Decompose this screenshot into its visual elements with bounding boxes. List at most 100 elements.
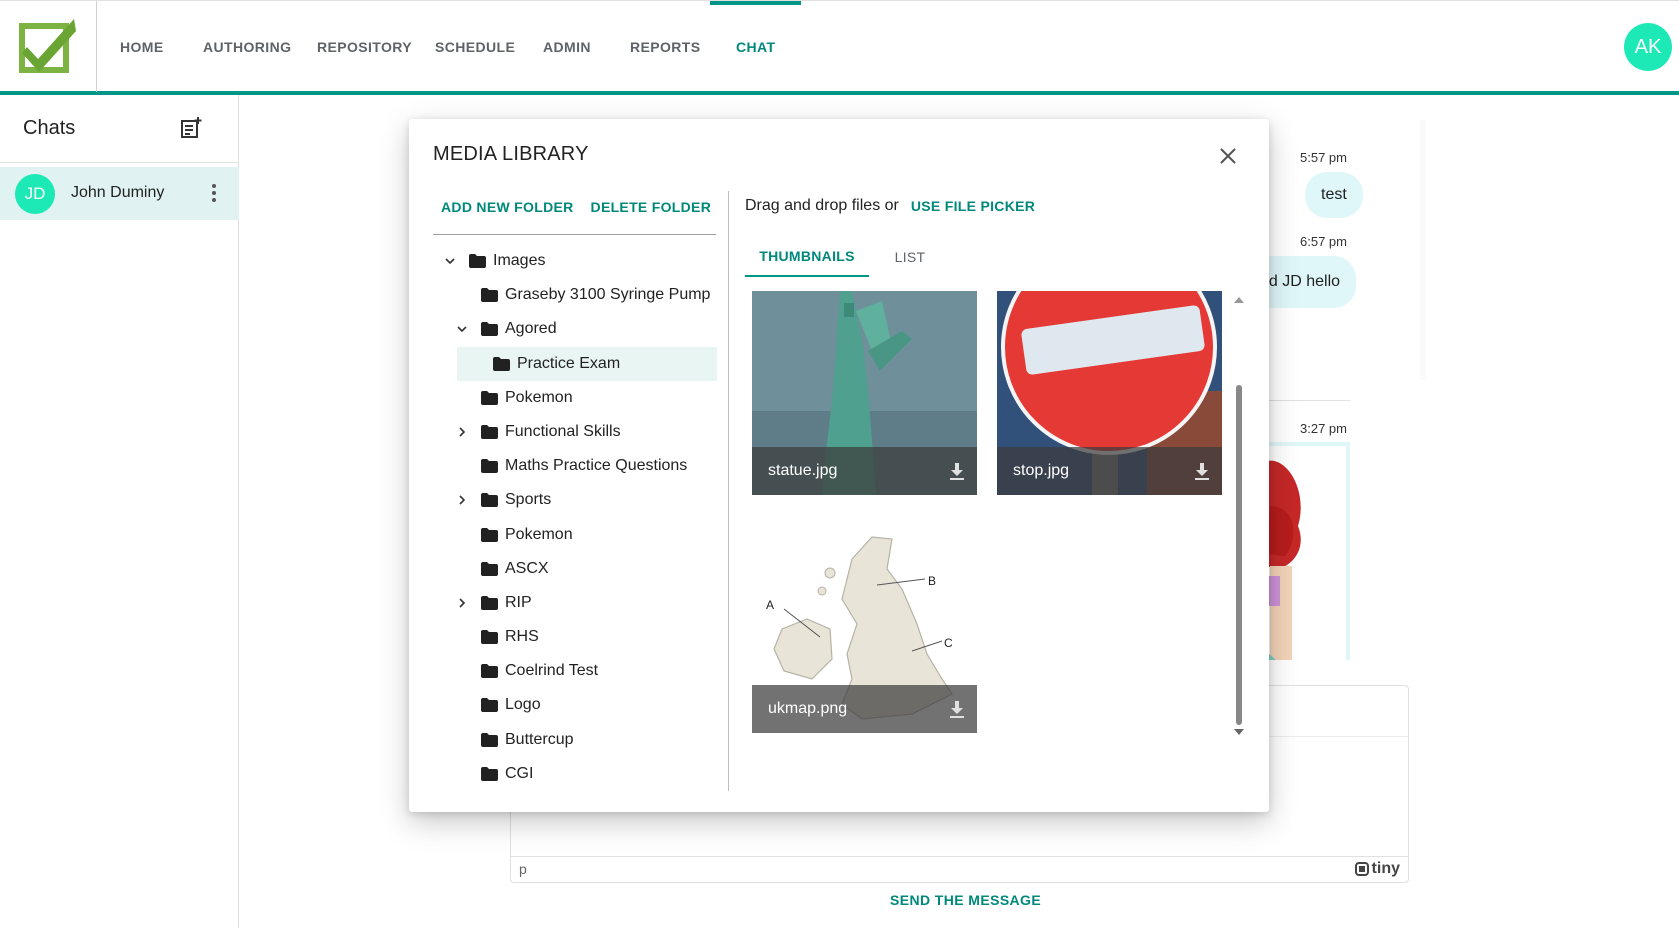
map-label-c: C <box>944 636 953 650</box>
folder-tree-item[interactable]: Buttercup <box>433 723 717 757</box>
tiny-branding[interactable]: tiny <box>1354 860 1400 878</box>
chat-list-item[interactable]: JD John Duminy <box>0 167 239 220</box>
media-library-dialog: MEDIA LIBRARY ADD NEW FOLDER DELETE FOLD… <box>409 119 1269 812</box>
folder-tree-item[interactable]: Coelrind Test <box>433 654 717 688</box>
download-icon[interactable] <box>949 701 965 719</box>
contact-name: John Duminy <box>71 184 165 201</box>
folder-label: Buttercup <box>505 730 574 748</box>
editor-element-path: p <box>519 861 527 877</box>
folder-icon <box>481 493 498 508</box>
scroll-up-arrow[interactable] <box>1234 297 1244 303</box>
app-logo[interactable] <box>0 1 97 92</box>
media-thumbnail[interactable]: A B C ukmap.png <box>752 529 977 733</box>
chevron-right-icon[interactable] <box>457 427 467 437</box>
delete-folder-button[interactable]: DELETE FOLDER <box>591 199 712 215</box>
chevron-down-icon[interactable] <box>445 256 455 266</box>
map-label-a: A <box>766 598 774 612</box>
message-time: 6:57 pm <box>1300 234 1347 249</box>
tab-list[interactable]: LIST <box>880 237 940 277</box>
more-vert-icon[interactable] <box>208 181 220 205</box>
folder-label: Coelrind Test <box>505 662 599 680</box>
folder-label: Sports <box>505 491 552 509</box>
folder-label: Logo <box>505 696 541 714</box>
nav-repository[interactable]: REPOSITORY <box>317 1 412 92</box>
tiny-logo-icon <box>1354 862 1369 876</box>
top-navigation-bar: HOME AUTHORING REPOSITORY SCHEDULE ADMIN… <box>0 0 1679 95</box>
folder-tree-item[interactable]: Agored <box>433 312 717 346</box>
folder-tree-item[interactable]: Pokemon <box>433 518 717 552</box>
checkmark-logo-icon <box>19 19 76 73</box>
send-message-button[interactable]: SEND THE MESSAGE <box>890 892 1041 908</box>
folder-icon <box>481 732 498 747</box>
new-chat-icon[interactable] <box>180 117 202 139</box>
thumbnail-scrollbar[interactable] <box>1233 297 1245 737</box>
drag-drop-text: Drag and drop files or <box>745 197 899 214</box>
divider <box>0 162 239 163</box>
nav-schedule[interactable]: SCHEDULE <box>435 1 515 92</box>
folder-label: RIP <box>505 593 532 611</box>
folder-icon <box>481 766 498 781</box>
folder-label: Practice Exam <box>517 354 621 372</box>
folder-tree-item[interactable]: Graseby 3100 Syringe Pump <box>433 278 717 312</box>
folder-label: ASCX <box>505 559 549 577</box>
folder-label: Functional Skills <box>505 422 621 440</box>
tiny-brand-label: tiny <box>1371 860 1400 877</box>
folder-icon <box>481 698 498 713</box>
folder-tree: Images Graseby 3100 Syringe Pump Agored … <box>433 244 717 791</box>
nav-authoring[interactable]: AUTHORING <box>203 1 291 92</box>
folder-label: CGI <box>505 764 534 782</box>
close-icon[interactable] <box>1215 143 1241 169</box>
folder-icon <box>481 630 498 645</box>
folder-tree-item[interactable]: ASCX <box>433 552 717 586</box>
message-time: 3:27 pm <box>1300 421 1347 436</box>
nav-reports[interactable]: REPORTS <box>630 1 700 92</box>
chevron-right-icon[interactable] <box>457 598 467 608</box>
divider <box>433 234 716 235</box>
folder-tree-item[interactable]: Maths Practice Questions <box>433 449 717 483</box>
dialog-title: MEDIA LIBRARY <box>433 143 589 165</box>
folder-tree-item[interactable]: Functional Skills <box>433 415 717 449</box>
download-icon[interactable] <box>949 463 965 481</box>
use-file-picker-button[interactable]: USE FILE PICKER <box>911 198 1035 214</box>
upload-area[interactable]: Drag and drop files or USE FILE PICKER <box>745 197 1035 215</box>
folder-label: Pokemon <box>505 525 573 543</box>
folder-icon <box>481 664 498 679</box>
folder-label: Maths Practice Questions <box>505 457 688 475</box>
folder-tree-item[interactable]: Pokemon <box>433 381 717 415</box>
chats-title: Chats <box>23 117 76 139</box>
nav-admin[interactable]: ADMIN <box>543 1 591 92</box>
folder-tree-item[interactable]: Images <box>433 244 717 278</box>
contact-avatar: JD <box>15 174 55 214</box>
scrollbar-thumb[interactable] <box>1236 385 1242 725</box>
folder-icon <box>481 390 498 405</box>
folder-label: RHS <box>505 628 539 646</box>
nav-home[interactable]: HOME <box>120 1 164 92</box>
thumbnail-filename: ukmap.png <box>752 685 977 733</box>
thumbnail-grid: statue.jpg stop.jpg A B C ukmap.png <box>752 291 1232 733</box>
tab-thumbnails[interactable]: THUMBNAILS <box>745 237 869 277</box>
folder-actions: ADD NEW FOLDER DELETE FOLDER <box>441 199 711 215</box>
scroll-down-arrow[interactable] <box>1234 729 1244 735</box>
nav-chat[interactable]: CHAT <box>709 1 803 92</box>
download-icon[interactable] <box>1194 463 1210 481</box>
media-thumbnail[interactable]: statue.jpg <box>752 291 977 495</box>
folder-icon <box>469 254 486 268</box>
folder-tree-item[interactable]: Logo <box>433 688 717 722</box>
divider <box>1268 400 1350 401</box>
media-thumbnail[interactable]: stop.jpg <box>997 291 1222 495</box>
thumbnail-filename: statue.jpg <box>752 447 977 495</box>
add-new-folder-button[interactable]: ADD NEW FOLDER <box>441 199 574 215</box>
folder-label: Pokemon <box>505 388 573 406</box>
folder-tree-item[interactable]: Sports <box>433 483 717 517</box>
message-bubble: test <box>1305 172 1363 218</box>
chevron-down-icon[interactable] <box>457 324 467 334</box>
scroll-edge <box>1420 120 1426 380</box>
folder-tree-item[interactable]: CGI <box>433 757 717 791</box>
user-avatar[interactable]: AK <box>1624 23 1672 71</box>
folder-tree-item[interactable]: RIP <box>433 586 717 620</box>
chevron-right-icon[interactable] <box>457 495 467 505</box>
folder-tree-item-selected[interactable]: Practice Exam <box>457 346 717 381</box>
folder-icon <box>481 527 498 542</box>
folder-icon <box>493 356 510 371</box>
folder-tree-item[interactable]: RHS <box>433 620 717 654</box>
